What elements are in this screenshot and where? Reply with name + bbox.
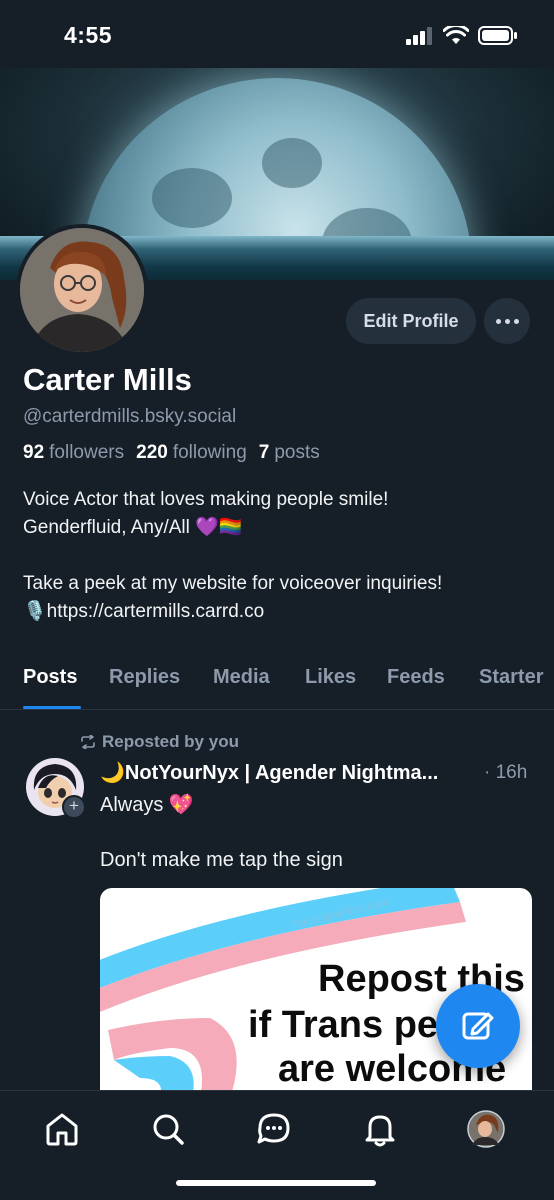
nav-notifications[interactable] bbox=[360, 1109, 400, 1149]
profile-bio: Voice Actor that loves making people smi… bbox=[23, 486, 543, 626]
profile-handle: @carterdmills.bsky.social bbox=[23, 406, 237, 427]
bio-line: Voice Actor that loves making people smi… bbox=[23, 489, 389, 510]
repost-indicator[interactable]: Reposted by you bbox=[80, 732, 239, 752]
bio-line: Genderfluid, Any/All 💜🏳️‍🌈 bbox=[23, 517, 243, 538]
battery-icon bbox=[478, 26, 517, 45]
profile-stats: 92 followers 220 following 7 posts bbox=[23, 442, 320, 464]
home-indicator bbox=[176, 1180, 376, 1186]
post-timestamp: · 16h bbox=[484, 762, 528, 783]
profile-avatar[interactable] bbox=[16, 224, 148, 356]
ellipsis-icon bbox=[496, 319, 501, 324]
avatar-photo bbox=[20, 228, 144, 352]
image-text-line: if Trans pe bbox=[248, 1004, 439, 1046]
tab-media[interactable]: Media bbox=[213, 666, 270, 689]
nav-chat[interactable] bbox=[254, 1109, 294, 1149]
wifi-icon bbox=[443, 26, 469, 44]
repost-icon bbox=[81, 735, 95, 749]
profile-name: Carter Mills bbox=[23, 362, 192, 397]
post-author-avatar[interactable]: + bbox=[26, 758, 86, 819]
status-bar: 4:55 bbox=[0, 0, 554, 68]
nav-search[interactable] bbox=[148, 1109, 188, 1149]
repost-label: Reposted by you bbox=[102, 732, 239, 751]
post-text: Always 💖 bbox=[100, 794, 194, 816]
nav-profile[interactable] bbox=[466, 1109, 506, 1149]
tab-likes[interactable]: Likes bbox=[305, 666, 356, 689]
nav-home[interactable] bbox=[42, 1109, 82, 1149]
following-stat[interactable]: 220 following bbox=[136, 442, 247, 464]
chat-icon bbox=[257, 1113, 290, 1144]
tab-starter[interactable]: Starter bbox=[479, 666, 543, 689]
signal-icon bbox=[406, 26, 432, 45]
bell-icon bbox=[365, 1115, 395, 1147]
compose-icon bbox=[462, 1012, 494, 1040]
more-options-button[interactable] bbox=[484, 298, 530, 344]
home-icon bbox=[46, 1113, 78, 1146]
edit-profile-button[interactable]: Edit Profile bbox=[346, 298, 476, 344]
status-time: 4:55 bbox=[64, 22, 113, 48]
bio-website-link[interactable]: 🎙️https://cartermills.carrd.co bbox=[23, 598, 543, 626]
active-tab-indicator bbox=[23, 706, 81, 709]
post-author-name[interactable]: 🌙NotYourNyx | Agender Nightma... bbox=[100, 760, 438, 785]
posts-stat: 7 posts bbox=[258, 442, 320, 463]
post-text: Don't make me tap the sign bbox=[100, 849, 343, 871]
followers-stat[interactable]: 92 followers bbox=[23, 442, 124, 464]
tab-posts[interactable]: Posts bbox=[23, 666, 77, 689]
profile-avatar-icon bbox=[467, 1110, 505, 1148]
follow-plus-icon[interactable]: + bbox=[62, 795, 86, 819]
compose-post-button[interactable] bbox=[436, 984, 520, 1068]
tab-feeds[interactable]: Feeds bbox=[387, 666, 445, 689]
status-icons bbox=[406, 26, 518, 45]
search-icon bbox=[153, 1114, 184, 1145]
profile-tabs: Posts Replies Media Likes Feeds Starter bbox=[0, 648, 554, 710]
bio-line: Take a peek at my website for voiceover … bbox=[23, 573, 443, 594]
tab-replies[interactable]: Replies bbox=[109, 666, 180, 689]
